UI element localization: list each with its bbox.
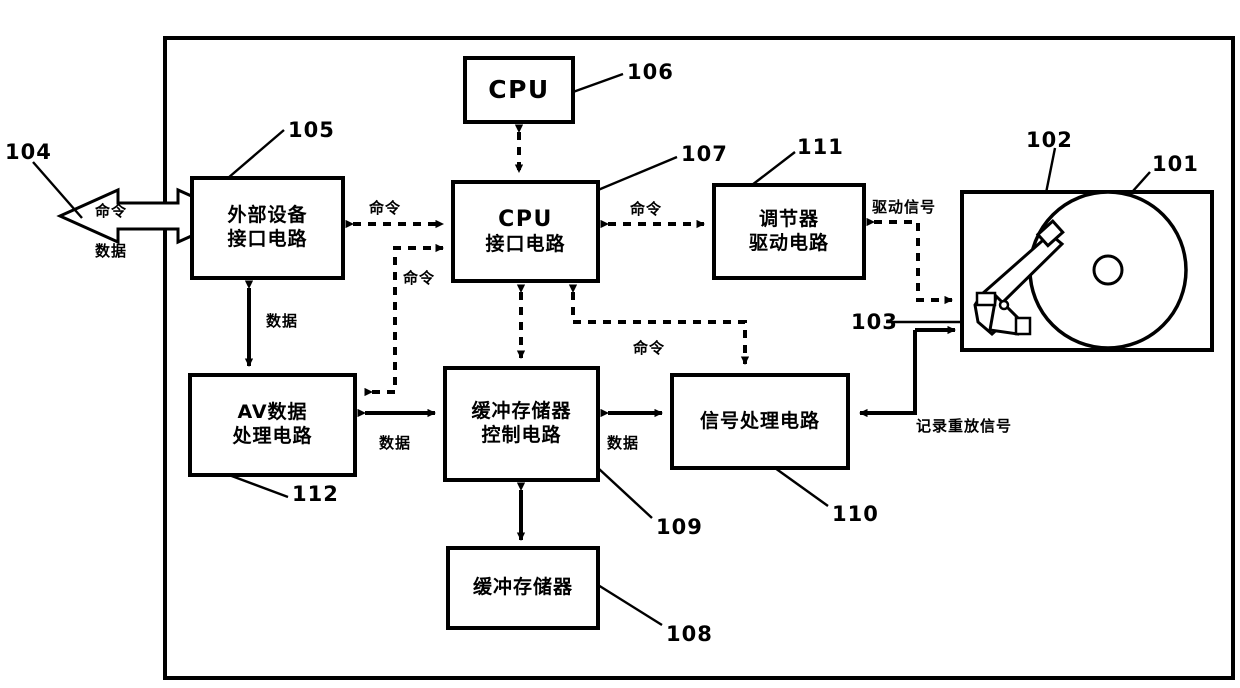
signal-command-107-111: 命令: [630, 200, 663, 218]
block-label-line: AV数据: [237, 401, 308, 424]
ref-107: 107: [681, 142, 728, 166]
ref-102: 102: [1026, 128, 1073, 152]
block-label-line: 信号处理电路: [699, 409, 820, 432]
ref-111: 111: [797, 135, 844, 159]
actuator-pivot: [998, 299, 1010, 311]
block-label-external-device-interface-circuit: 外部设备 接口电路: [192, 178, 343, 278]
signal-record-playback: 记录重放信号: [916, 417, 1013, 435]
signal-command-105-107: 命令: [369, 199, 402, 217]
leader-107: [597, 155, 678, 192]
voice-coil-tab-lower: [1014, 316, 1032, 336]
block-label-av-data-processing-circuit: AV数据 处理电路: [190, 375, 355, 475]
signal-command-external-top: 命令: [95, 202, 128, 220]
block-label-line: 外部设备: [227, 204, 308, 227]
disk-spindle-hole: [1092, 254, 1124, 286]
ref-103: 103: [851, 310, 898, 334]
ref-110: 110: [832, 502, 879, 526]
block-label-line: 接口电路: [227, 228, 308, 250]
block-label-cpu-interface-circuit: CPU 接口电路: [453, 182, 598, 281]
block-label-buffer-memory-control-circuit: 缓冲存储器 控制电路: [445, 368, 598, 480]
leader-104: [32, 161, 83, 219]
ref-112: 112: [292, 482, 339, 506]
leader-108: [597, 583, 663, 627]
ref-109: 109: [656, 515, 703, 539]
figure-canvas: CPU 外部设备 接口电路 CPU 接口电路 调节器 驱动电路 AV数据 处理电路 缓冲存储器 控制…: [0, 0, 1240, 688]
block-label-line: CPU: [498, 206, 553, 232]
leader-105: [227, 129, 285, 179]
block-label-cpu: CPU: [465, 58, 573, 122]
block-label-line: 处理电路: [232, 425, 313, 447]
signal-data-external-bottom: 数据: [95, 242, 128, 260]
block-label-buffer-memory: 缓冲存储器: [448, 548, 598, 628]
block-label-line: 控制电路: [481, 424, 562, 446]
ref-104: 104: [5, 140, 52, 164]
block-label-line: 调节器: [758, 207, 819, 230]
voice-coil-tab-upper: [975, 291, 997, 307]
conn-111-drive-signal: [866, 217, 954, 305]
ref-101: 101: [1152, 152, 1199, 176]
block-label-signal-processing-circuit: 信号处理电路: [672, 375, 848, 468]
leader-111: [751, 151, 796, 186]
ref-108: 108: [666, 622, 713, 646]
block-label-line: CPU: [488, 75, 550, 105]
ref-105: 105: [288, 118, 335, 142]
conn-drive-110-record-playback: [858, 325, 957, 418]
block-label-line: 接口电路: [485, 233, 566, 256]
signal-command-112-107: 命令: [403, 269, 436, 287]
ref-106: 106: [627, 60, 674, 84]
signal-command-107-110: 命令: [633, 339, 666, 357]
block-label-line: 驱动电路: [748, 231, 829, 254]
signal-data-109-110: 数据: [607, 434, 640, 452]
leader-112: [228, 473, 289, 499]
signal-data-112-109: 数据: [379, 434, 412, 452]
leader-110: [774, 467, 829, 507]
block-label-line: 缓冲存储器: [471, 400, 572, 423]
leader-109: [597, 467, 653, 519]
signal-drive: 驱动信号: [872, 198, 937, 216]
block-label-line: 缓冲存储器: [472, 576, 573, 599]
block-label-regulator-drive-circuit: 调节器 驱动电路: [714, 185, 864, 278]
leader-106: [572, 72, 624, 94]
diagram-artwork: [32, 36, 1235, 680]
signal-data-105-112: 数据: [266, 312, 299, 330]
